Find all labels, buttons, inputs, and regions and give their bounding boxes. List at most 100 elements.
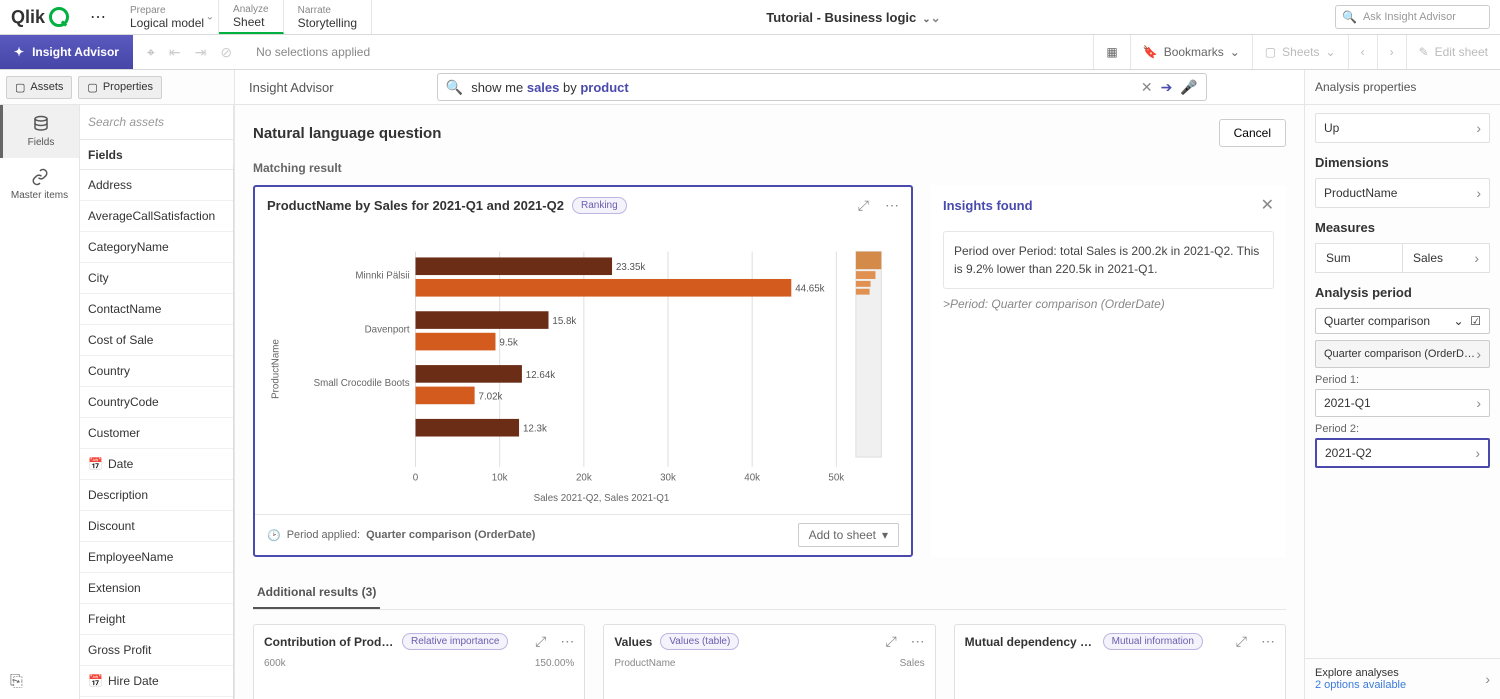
assets-tab[interactable]: ▢ Assets [6,76,72,99]
insights-card: Insights found ✕ Period over Period: tot… [931,185,1286,557]
field-item[interactable]: 📅Hire Date [80,666,233,697]
sheets-button[interactable]: ▢ Sheets ⌄ [1252,35,1348,69]
insight-search-input[interactable]: 🔍 show me sales by product ✕ ➔ 🎤 [437,73,1207,101]
properties-tab[interactable]: ▢ Properties [78,76,162,99]
field-item[interactable]: Freight [80,604,233,635]
dimensions-section: Dimensions [1315,155,1490,170]
fullscreen-icon[interactable]: ⤢ [1236,633,1247,650]
svg-text:0: 0 [413,473,419,484]
close-insights-icon[interactable]: ✕ [1261,195,1274,215]
fullscreen-icon[interactable]: ⤢ [535,633,546,650]
field-item[interactable]: Gross Profit [80,635,233,666]
mini-card-badge: Values (table) [660,633,739,650]
next-sheet-button[interactable]: › [1377,35,1406,69]
period2-dropdown[interactable]: 2021-Q2 [1315,438,1490,468]
field-item[interactable]: AverageCallSatisfaction [80,201,233,232]
field-item[interactable]: Description [80,480,233,511]
app-logo[interactable]: Qlik [0,7,80,28]
rail-master-items[interactable]: Master items [0,158,79,211]
nlq-heading: Natural language question [253,125,441,142]
period1-dropdown[interactable]: 2021-Q1 [1315,389,1490,417]
add-note-icon[interactable]: ⎘ [10,673,23,691]
field-item[interactable]: Discount [80,511,233,542]
additional-results-tab[interactable]: Additional results (3) [253,577,380,609]
search-assets-input[interactable]: Search assets [80,105,233,140]
more-icon[interactable]: ⋯ [560,633,574,650]
field-item[interactable]: EmployeeName [80,542,233,573]
svg-text:ProductName: ProductName [271,339,282,399]
chart-card: ProductName by Sales for 2021-Q1 and 202… [253,185,913,557]
mini-result-card: Values Values (table) ⤢ ⋯ ProductNameSal… [603,624,935,699]
svg-text:44.65k: 44.65k [795,284,824,295]
matching-result-label: Matching result [253,161,1286,175]
field-item[interactable]: 📅Date [80,449,233,480]
clear-selections-icon[interactable]: ⊘ [220,44,232,61]
submit-search-icon[interactable]: ➔ [1161,79,1173,96]
field-item[interactable]: Extension [80,573,233,604]
nav-analyze[interactable]: Analyze Sheet [219,0,284,34]
insight-icon: ✦ [14,45,24,59]
fullscreen-icon[interactable]: ⤢ [885,633,896,650]
mini-card-title: Values [614,635,652,649]
svg-text:50k: 50k [828,473,844,484]
selections-tool-icon[interactable]: ▦ [1093,35,1129,69]
ask-insight-input[interactable]: 🔍 Ask Insight Advisor [1335,5,1490,29]
svg-text:30k: 30k [660,473,676,484]
sort-direction-row[interactable]: Up [1315,113,1490,143]
calendar-icon: 📅 [88,457,102,471]
fields-header: Fields [80,140,233,170]
insight-text: Period over Period: total Sales is 200.2… [943,231,1274,289]
add-to-sheet-button[interactable]: Add to sheet ▾ [798,523,899,547]
rail-fields[interactable]: Fields [0,105,79,158]
chevron-right-icon[interactable] [1485,671,1490,687]
options-available-link[interactable]: 2 options available [1315,679,1406,691]
field-item[interactable]: CategoryName [80,232,233,263]
insight-period-note: >Period: Quarter comparison (OrderDate) [943,297,1274,311]
more-icon[interactable]: ⋯ [1261,633,1275,650]
mini-result-card: Contribution of Product… Relative import… [253,624,585,699]
insights-title: Insights found [943,198,1033,213]
dimension-productname[interactable]: ProductName [1315,178,1490,208]
svg-text:12.3k: 12.3k [523,424,547,435]
center-title: Insight Advisor [249,80,334,95]
field-item[interactable]: ContactName [80,294,233,325]
fullscreen-icon[interactable]: ⤢ [858,197,869,214]
fields-scrollbar[interactable] [233,165,234,699]
more-icon[interactable]: ⋯ [885,197,899,214]
mini-result-card: Mutual dependency bet… Mutual informatio… [954,624,1286,699]
cancel-button[interactable]: Cancel [1219,119,1286,147]
svg-text:Davenport: Davenport [365,324,410,335]
period-type-dropdown[interactable]: Quarter comparison⌄ ☑ [1315,308,1490,334]
app-title[interactable]: Tutorial - Business logic⌄ [372,10,1335,25]
svg-text:40k: 40k [744,473,760,484]
nav-prepare[interactable]: Prepare Logical model ⌄ [116,0,219,34]
chevron-down-icon: ⌄ [206,12,214,23]
insight-advisor-button[interactable]: ✦ Insight Advisor [0,35,133,69]
field-item[interactable]: Cost of Sale [80,325,233,356]
analysis-properties-header: Analysis properties [1305,70,1500,105]
field-item[interactable]: Customer [80,418,233,449]
measure-row[interactable]: Sum Sales [1315,243,1490,273]
clear-search-icon[interactable]: ✕ [1141,79,1153,96]
step-forward-icon[interactable]: ⇥ [195,44,207,61]
more-icon[interactable]: ⋯ [911,633,925,650]
field-item[interactable]: CountryCode [80,387,233,418]
mic-icon[interactable]: 🎤 [1180,79,1197,96]
app-menu-icon[interactable]: ⋯ [80,7,116,27]
period-detail-dropdown[interactable]: Quarter comparison (OrderD… [1315,340,1490,368]
field-item[interactable]: Address [80,170,233,201]
period2-label: Period 2: [1315,423,1490,435]
prev-sheet-button[interactable]: ‹ [1348,35,1377,69]
svg-text:Minnki Pälsii: Minnki Pälsii [355,270,409,281]
svg-text:10k: 10k [492,473,508,484]
bar-chart: ProductName 010k20k30k40k50k Minnki Päls… [263,232,891,506]
edit-sheet-button[interactable]: ✎ Edit sheet [1406,35,1500,69]
svg-text:Sales 2021-Q2, Sales 2021-Q1: Sales 2021-Q2, Sales 2021-Q1 [534,493,670,504]
nav-narrate[interactable]: Narrate Storytelling [284,0,372,34]
smart-search-icon[interactable]: ⌖ [147,44,155,61]
field-item[interactable]: City [80,263,233,294]
field-item[interactable]: Country [80,356,233,387]
bookmarks-button[interactable]: 🔖 Bookmarks ⌄ [1130,35,1252,69]
svg-text:12.64k: 12.64k [526,370,555,381]
step-back-icon[interactable]: ⇤ [169,44,181,61]
